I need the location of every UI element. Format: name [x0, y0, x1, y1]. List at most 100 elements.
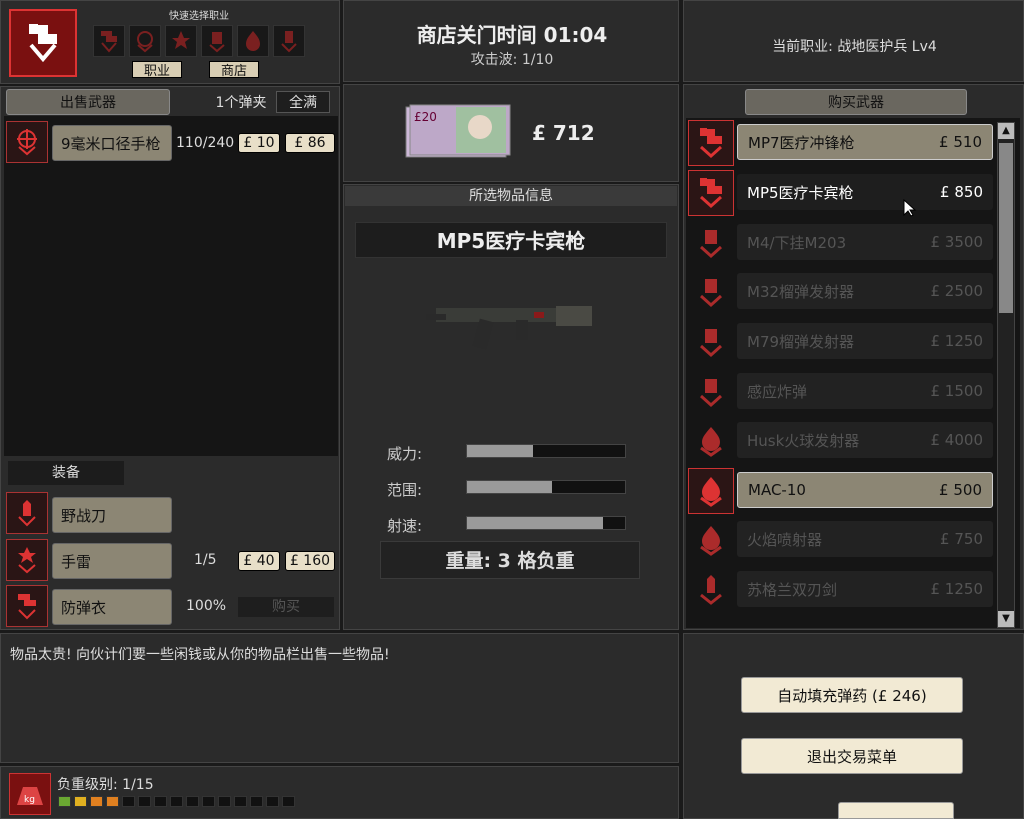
firebug-icon[interactable] [237, 25, 269, 57]
buy-item-price: £ 500 [939, 481, 982, 499]
partial-button[interactable] [838, 802, 954, 819]
husk-icon[interactable] [688, 418, 734, 464]
sell-list [4, 116, 338, 456]
scroll-down-arrow-icon[interactable]: ▼ [998, 611, 1014, 627]
pipebomb-icon[interactable] [688, 369, 734, 415]
message-text: 物品太贵! 向伙计们要一些闲钱或从你的物品栏出售一些物品! [10, 647, 390, 663]
grenade-buy-one-button[interactable]: £ 40 [238, 551, 280, 571]
weight-slot [218, 796, 231, 807]
shop-close-timer: 商店关门时间 01:04 [416, 23, 608, 47]
sell-weapon-name[interactable]: 9毫米口径手枪 [52, 125, 172, 161]
weight-slot [58, 796, 71, 807]
buy-list-item[interactable]: Husk火球发射器 £ 4000 [737, 422, 993, 458]
one-clip-header: 1个弹夹 [215, 95, 267, 111]
buy-list-item[interactable]: M79榴弹发射器 £ 1250 [737, 323, 993, 359]
stat-range-bar [466, 480, 626, 494]
mac10-icon[interactable] [688, 468, 734, 514]
current-class-label: 当前职业: 战地医护兵 Lv4 [772, 39, 937, 55]
banknotes-icon: £20 [404, 103, 514, 161]
grenade-fill-button[interactable]: £ 160 [285, 551, 335, 571]
weight-slot [74, 796, 87, 807]
buy-item-price: £ 2500 [930, 282, 984, 300]
actions-panel [683, 633, 1024, 819]
pistol-sell-icon[interactable] [6, 121, 48, 163]
autofill-ammo-button[interactable]: 自动填充弹药 (£ 246) [741, 677, 963, 713]
mp5-medic-icon[interactable] [688, 170, 734, 216]
weight-slots [58, 795, 298, 811]
m79-icon[interactable] [688, 319, 734, 365]
weight-slot [186, 796, 199, 807]
mp5-weapon-image [426, 286, 596, 356]
armor-buy-button[interactable]: 购买 [238, 597, 334, 617]
grenade-label[interactable]: 手雷 [52, 543, 172, 579]
weight-slot [250, 796, 263, 807]
buy-item-name: M4/下挂M203 [747, 233, 847, 252]
weight-slot [266, 796, 279, 807]
buy-item-name: M79榴弹发射器 [747, 332, 855, 351]
buy-item-name: 火焰喷射器 [747, 530, 823, 549]
buy-list-item[interactable]: MP5医疗卡宾枪 £ 850 [737, 174, 993, 210]
item-info-header: 所选物品信息 [345, 186, 677, 206]
mp7-medic-icon[interactable] [688, 120, 734, 166]
buy-list-item[interactable]: M32榴弹发射器 £ 2500 [737, 273, 993, 309]
buy-weapons-header: 购买武器 [745, 89, 967, 115]
stat-firerate-bar [466, 516, 626, 530]
buy-clip-button[interactable]: £ 10 [238, 133, 280, 153]
exit-trade-button[interactable]: 退出交易菜单 [741, 738, 963, 774]
weight-slot [234, 796, 247, 807]
buy-item-price: £ 850 [940, 183, 983, 201]
sell-weapons-header: 出售武器 [6, 89, 170, 115]
sharpshooter-icon[interactable] [201, 25, 233, 57]
knife-label[interactable]: 野战刀 [52, 497, 172, 533]
buy-list-item[interactable]: 感应炸弹 £ 1500 [737, 373, 993, 409]
grenade-icon[interactable] [6, 539, 48, 581]
fill-ammo-button[interactable]: £ 86 [285, 133, 335, 153]
class-info-panel: 当前职业: 战地医护兵 Lv4 [683, 0, 1024, 82]
buy-list-item[interactable]: M4/下挂M203 £ 3500 [737, 224, 993, 260]
svg-text:kg: kg [24, 795, 35, 805]
demolition-icon[interactable] [273, 25, 305, 57]
buy-item-name: MP5医疗卡宾枪 [747, 183, 854, 202]
m32-icon[interactable] [688, 269, 734, 315]
buy-item-name: 感应炸弹 [747, 382, 808, 401]
buy-item-name: MAC-10 [748, 481, 806, 499]
armor-percent: 100% [186, 598, 227, 614]
header-panel: 商店关门时间 01:04 攻击波: 1/10 [343, 0, 679, 82]
buy-item-price: £ 1250 [930, 580, 984, 598]
money-amount: £ 712 [532, 121, 595, 145]
buy-list-item[interactable]: MP7医疗冲锋枪 £ 510 [737, 124, 993, 160]
flamethrower-icon[interactable] [688, 517, 734, 563]
claymore-icon[interactable] [688, 567, 734, 613]
sell-weapon-ammo: 110/240 [176, 135, 235, 151]
stat-range-label: 范围: [387, 481, 423, 499]
class-tab-button[interactable]: 职业 [132, 61, 182, 79]
commando-icon[interactable] [129, 25, 161, 57]
armor-icon[interactable] [6, 585, 48, 627]
armor-label[interactable]: 防弹衣 [52, 589, 172, 625]
fill-all-header: 全满 [276, 91, 330, 113]
buy-item-price: £ 4000 [930, 431, 984, 449]
weight-slot [90, 796, 103, 807]
medic-class-icon[interactable] [9, 9, 77, 77]
buy-item-price: £ 1500 [930, 382, 984, 400]
medic-icon[interactable] [93, 25, 125, 57]
m4-icon[interactable] [688, 220, 734, 266]
buy-item-name: M32榴弹发射器 [747, 282, 855, 301]
scroll-up-arrow-icon[interactable]: ▲ [998, 123, 1014, 139]
equipment-header: 装备 [8, 461, 124, 485]
weight-slot [170, 796, 183, 807]
knife-icon[interactable] [6, 492, 48, 534]
weight-info: 重量: 3 格负重 [380, 541, 640, 579]
stat-power-bar [466, 444, 626, 458]
buy-list-item[interactable]: MAC-10 £ 500 [737, 472, 993, 508]
buy-list-item[interactable]: 苏格兰双刃剑 £ 1250 [737, 571, 993, 607]
shop-tab-button[interactable]: 商店 [209, 61, 259, 79]
grenade-count: 1/5 [194, 552, 217, 568]
buy-list-item[interactable]: 火焰喷射器 £ 750 [737, 521, 993, 557]
class-select-panel: 快速选择职业 职业 商店 [0, 0, 340, 84]
buy-list-scrollbar[interactable]: ▲ ▼ [997, 122, 1015, 628]
weight-slot [154, 796, 167, 807]
support-icon[interactable] [165, 25, 197, 57]
scroll-thumb[interactable] [999, 143, 1013, 313]
buy-item-price: £ 3500 [930, 233, 984, 251]
